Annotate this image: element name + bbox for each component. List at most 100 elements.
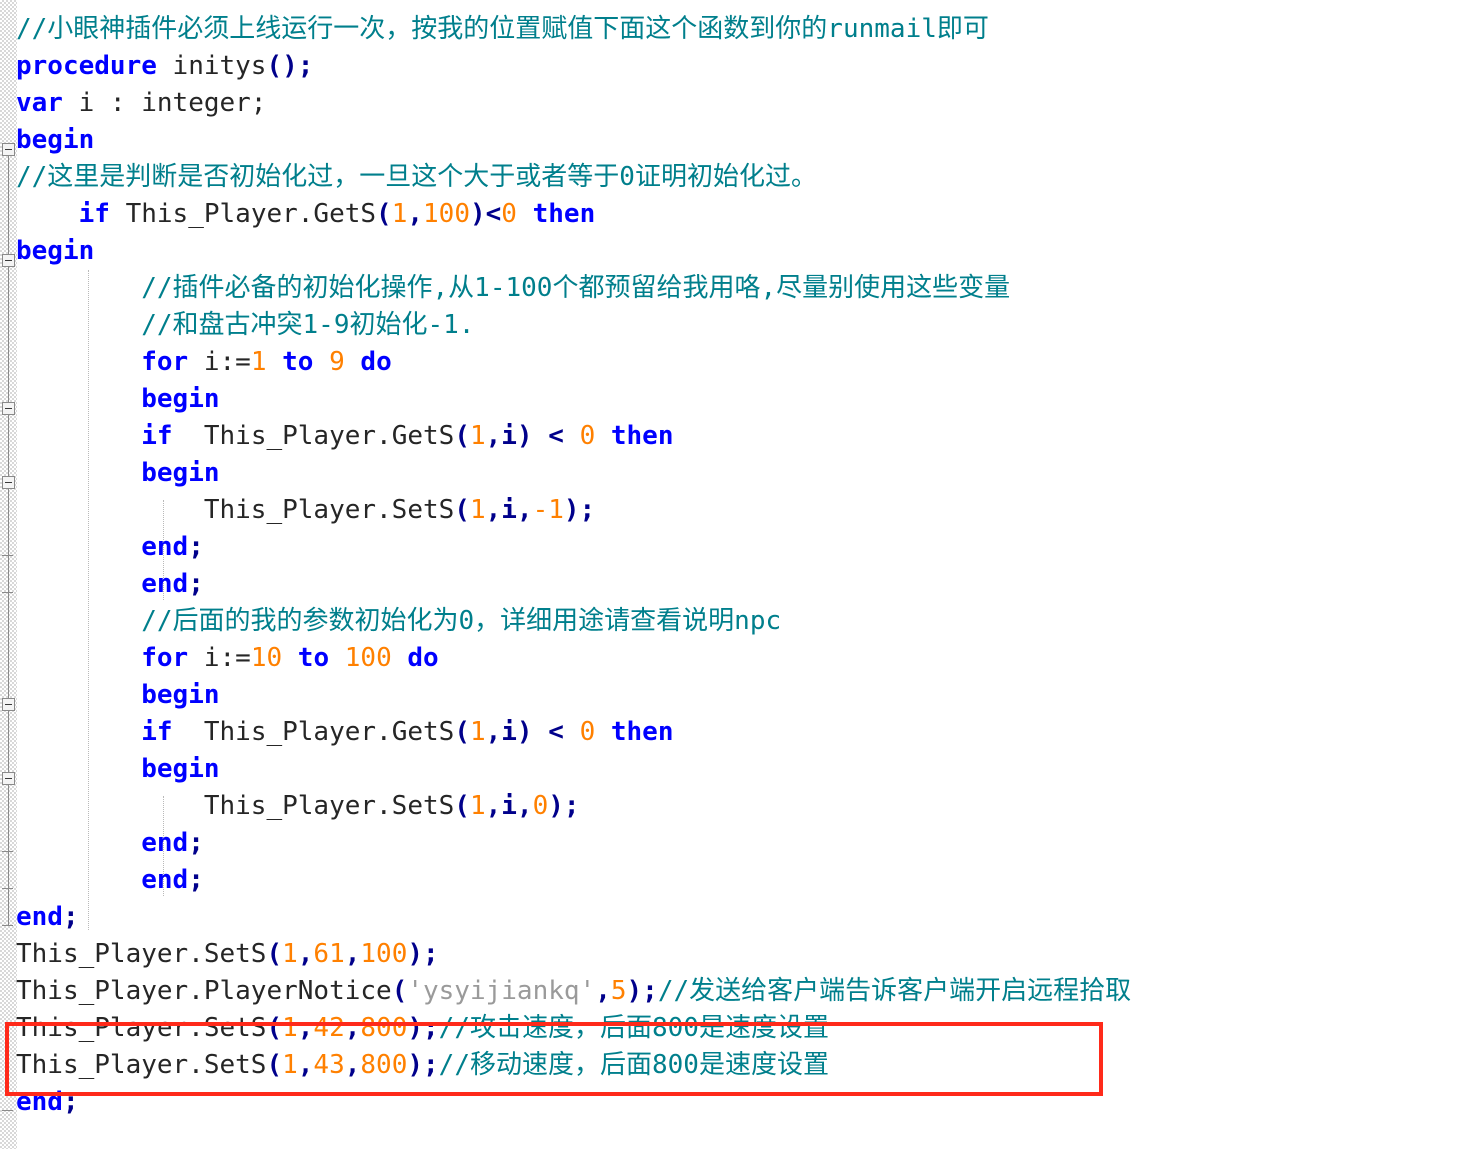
code-line[interactable]: end;: [16, 899, 1131, 936]
code-line[interactable]: for i:=1 to 9 do: [16, 344, 1131, 381]
code-token-pn: );: [548, 791, 580, 821]
code-token-pn: ,: [344, 1013, 361, 1043]
code-token-pn: <: [548, 421, 564, 451]
code-token-pn: ;: [188, 532, 204, 562]
code-token-id: [564, 421, 580, 451]
code-line[interactable]: if This_Player.GetS(1,i) < 0 then: [16, 418, 1131, 455]
code-token-id: [16, 532, 141, 562]
code-token-pn: ,: [297, 1050, 314, 1080]
code-token-num: 43: [313, 1050, 345, 1080]
code-token-pn: ,: [407, 199, 424, 229]
code-token-id: initys: [156, 51, 267, 81]
code-token-id: [517, 199, 533, 229]
code-token-id: [16, 680, 141, 710]
fold-box-begin-if2[interactable]: [2, 772, 15, 785]
fold-line-for2-begin: [8, 711, 9, 891]
code-line[interactable]: begin: [16, 233, 1131, 270]
code-token-cm: //插件必备的初始化操作,从1-100个都预留给我用咯,尽量别使用这些变量: [16, 273, 1011, 303]
code-token-id: i:=: [188, 347, 251, 377]
fold-box-begin-if1[interactable]: [2, 476, 15, 489]
fold-tick-end-inner1: [2, 555, 13, 556]
code-line[interactable]: begin: [16, 381, 1131, 418]
code-editor[interactable]: //小眼神插件必须上线运行一次，按我的位置赋值下面这个函数到你的runmail即…: [0, 0, 1462, 1149]
code-token-pn: ,: [297, 939, 314, 969]
fold-tick-end-inner3: [2, 851, 13, 852]
code-line[interactable]: end;: [16, 862, 1131, 899]
code-line[interactable]: This_Player.SetS(1,42,800);//攻击速度，后面800是…: [16, 1010, 1131, 1047]
code-token-id: [16, 569, 141, 599]
code-token-num: 10: [250, 643, 283, 673]
code-token-num: 1: [282, 939, 298, 969]
code-token-kw: to: [282, 347, 314, 377]
code-token-pn: )<: [469, 199, 502, 229]
code-line[interactable]: end;: [16, 825, 1131, 862]
fold-box-begin-if[interactable]: [2, 254, 15, 267]
code-token-pn: (: [266, 939, 283, 969]
code-line[interactable]: begin: [16, 455, 1131, 492]
code-line[interactable]: if This_Player.GetS(1,100)<0 then: [16, 196, 1131, 233]
code-token-kw: do: [360, 347, 392, 377]
code-line[interactable]: begin: [16, 751, 1131, 788]
code-token-kw: procedure: [16, 51, 157, 81]
code-token-kw: end: [16, 1087, 63, 1117]
code-token-id: [16, 384, 141, 414]
code-token-id: This_Player.PlayerNotice: [16, 976, 392, 1006]
code-line[interactable]: This_Player.SetS(1,43,800);//移动速度，后面800是…: [16, 1047, 1131, 1084]
code-token-pn: (: [391, 976, 408, 1006]
code-token-kw: end: [141, 532, 189, 562]
code-token-num: 1: [250, 347, 267, 377]
code-token-id: This_Player.SetS: [16, 495, 455, 525]
code-text-area[interactable]: //小眼神插件必须上线运行一次，按我的位置赋值下面这个函数到你的runmail即…: [16, 11, 1131, 1121]
code-token-id: This_Player.GetS: [172, 421, 455, 451]
fold-box-begin-for2[interactable]: [2, 698, 15, 711]
code-token-num: 61: [313, 939, 345, 969]
code-line[interactable]: This_Player.SetS(1,i,-1);: [16, 492, 1131, 529]
code-line[interactable]: var i : integer;: [16, 85, 1131, 122]
code-line[interactable]: for i:=10 to 100 do: [16, 640, 1131, 677]
code-token-kw: begin: [16, 236, 95, 266]
code-token-cm: //移动速度，后面800是速度设置: [438, 1050, 829, 1080]
code-token-kw: end: [141, 569, 189, 599]
code-token-id: [16, 717, 141, 747]
code-token-num: 1: [469, 717, 486, 747]
code-token-pn: ,: [344, 939, 361, 969]
fold-box-begin-for1[interactable]: [2, 402, 15, 415]
code-token-num: 1: [282, 1050, 298, 1080]
code-token-kw: if: [141, 421, 173, 451]
code-token-num: 42: [313, 1013, 345, 1043]
code-line[interactable]: //后面的我的参数初始化为0，详细用途请查看说明npc: [16, 603, 1131, 640]
code-token-id: i:=: [188, 643, 251, 673]
code-token-pn: ,i): [485, 421, 533, 451]
code-line[interactable]: end;: [16, 1084, 1131, 1121]
code-token-kw: for: [141, 643, 189, 673]
code-line[interactable]: procedure initys();: [16, 48, 1131, 85]
code-token-id: [16, 421, 141, 451]
code-token-pn: ();: [266, 51, 314, 81]
code-line[interactable]: begin: [16, 677, 1131, 714]
code-line[interactable]: //插件必备的初始化操作,从1-100个都预留给我用咯,尽量别使用这些变量: [16, 270, 1131, 307]
code-token-id: [595, 717, 611, 747]
code-line[interactable]: This_Player.PlayerNotice('ysyijiankq',5)…: [16, 973, 1131, 1010]
code-token-pn: );: [563, 495, 596, 525]
code-line[interactable]: end;: [16, 529, 1131, 566]
code-line[interactable]: This_Player.SetS(1,i,0);: [16, 788, 1131, 825]
code-token-num: 0: [579, 717, 596, 747]
code-line[interactable]: if This_Player.GetS(1,i) < 0 then: [16, 714, 1131, 751]
code-token-num: 9: [329, 347, 345, 377]
code-token-pn: ,: [344, 1050, 361, 1080]
code-token-id: This_Player.GetS: [109, 199, 377, 229]
code-token-kw: begin: [141, 680, 220, 710]
code-token-num: 1: [469, 495, 486, 525]
code-token-id: [329, 643, 345, 673]
fold-box-begin-outer[interactable]: [2, 143, 15, 156]
code-token-kw: do: [407, 643, 439, 673]
code-token-kw: end: [16, 902, 63, 932]
code-token-id: [16, 199, 79, 229]
code-line[interactable]: begin: [16, 122, 1131, 159]
code-line[interactable]: end;: [16, 566, 1131, 603]
code-line[interactable]: //这里是判断是否初始化过，一旦这个大于或者等于0证明初始化过。: [16, 159, 1131, 196]
code-line[interactable]: This_Player.SetS(1,61,100);: [16, 936, 1131, 973]
code-token-num: 1: [469, 421, 486, 451]
code-line[interactable]: //和盘古冲突1-9初始化-1.: [16, 307, 1131, 344]
code-line[interactable]: //小眼神插件必须上线运行一次，按我的位置赋值下面这个函数到你的runmail即…: [16, 11, 1131, 48]
